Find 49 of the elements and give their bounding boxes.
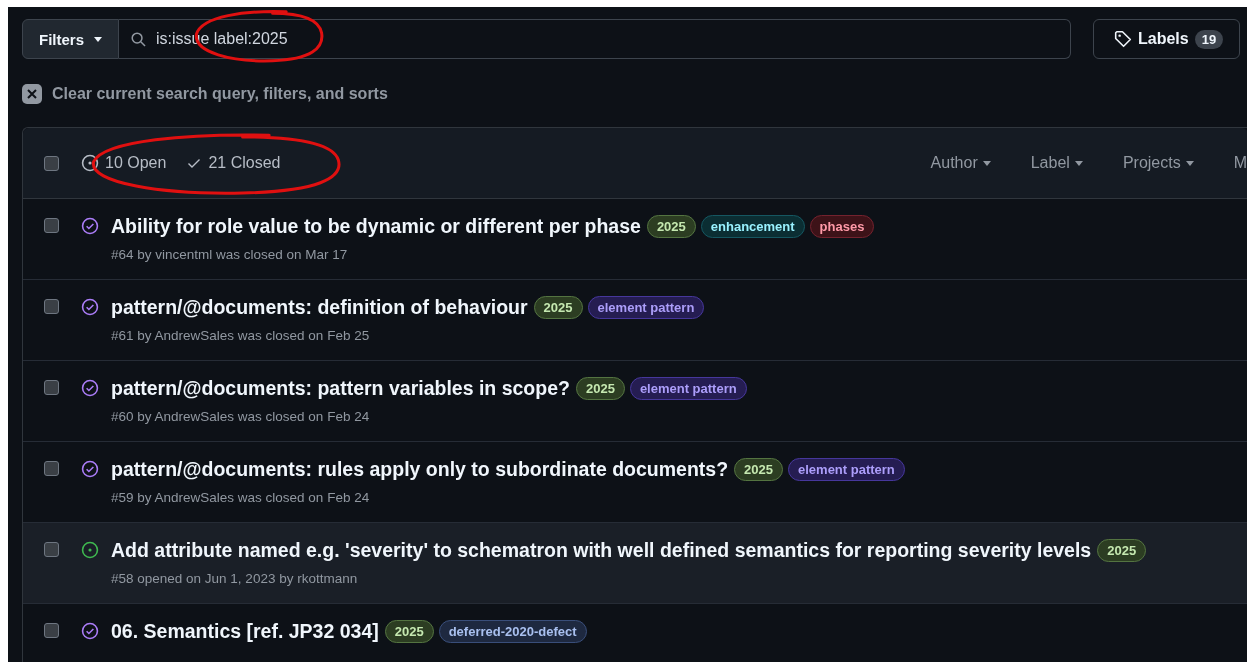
issue-meta-text: #61 by AndrewSales was closed on Feb 25: [111, 328, 371, 343]
issue-checkbox[interactable]: [44, 623, 59, 638]
clear-filters-link[interactable]: Clear current search query, filters, and sorts: [52, 85, 388, 103]
issue-checkbox[interactable]: [44, 380, 59, 395]
issue-title-link[interactable]: 06. Semantics [ref. JP32 034]: [111, 620, 379, 643]
caret-icon: [94, 36, 102, 42]
issue-title-link[interactable]: Ability for role value to be dynamic or different per phase: [111, 215, 641, 238]
labels-count: 19: [1194, 29, 1224, 49]
issue-label[interactable]: 2025: [575, 377, 625, 400]
labels-button[interactable]: Labels 19: [1093, 19, 1241, 59]
open-issue-icon: [81, 154, 99, 172]
tag-icon: [1114, 30, 1132, 48]
issue-meta-text: #60 by AndrewSales was closed on Feb 24: [111, 409, 371, 424]
issue-label[interactable]: 2025: [384, 620, 434, 643]
issue-label[interactable]: 2025: [1097, 539, 1147, 562]
filter-dropdown[interactable]: M: [1233, 154, 1247, 172]
issue-label[interactable]: deferred-2020-defect: [438, 620, 587, 643]
issue-meta-text: #58 opened on Jun 1, 2023 by rkottmann: [111, 571, 359, 586]
caret-icon: [1185, 160, 1194, 166]
issue-label[interactable]: element pattern: [788, 458, 905, 481]
issue-label[interactable]: 2025: [533, 296, 583, 319]
filter-dropdown[interactable]: Projects: [1122, 154, 1194, 172]
caret-icon: [1074, 160, 1083, 166]
issue-label[interactable]: 2025: [734, 458, 783, 481]
filter-dropdown[interactable]: Author: [930, 154, 991, 172]
issue-meta-text: #59 by AndrewSales was closed on Feb 24: [111, 490, 371, 505]
clear-icon[interactable]: [22, 84, 42, 104]
issue-title-link[interactable]: Add attribute named e.g. 'severity' to schematron with well defined semantics for reporting severity levels: [111, 539, 1092, 562]
issue-title-link[interactable]: pattern/@documents: pattern variables in scope?: [111, 377, 570, 400]
issue-checkbox[interactable]: [44, 218, 59, 233]
state-filter-tab[interactable]: 10 Open: [81, 154, 167, 172]
filters-button[interactable]: Filters: [22, 19, 119, 59]
select-all-checkbox[interactable]: [44, 155, 59, 171]
issue-label[interactable]: element pattern: [587, 296, 705, 319]
issue-title-link[interactable]: pattern/@documents: rules apply only to subordinate documents?: [111, 458, 729, 481]
search-icon: [131, 31, 146, 47]
issue-checkbox[interactable]: [44, 542, 59, 557]
issue-checkbox[interactable]: [44, 299, 59, 314]
issue-label[interactable]: enhancement: [700, 215, 805, 238]
issue-label[interactable]: 2025: [646, 215, 696, 238]
issue-label[interactable]: element pattern: [629, 377, 747, 400]
issue-checkbox[interactable]: [44, 461, 59, 476]
issue-label[interactable]: phases: [809, 215, 875, 238]
issue-title-link[interactable]: pattern/@documents: definition of behaviour: [111, 296, 528, 319]
caret-icon: [982, 160, 991, 166]
state-filter-tab[interactable]: 21 Closed: [186, 154, 281, 172]
filter-dropdown[interactable]: Label: [1030, 154, 1083, 172]
issue-row[interactable]: Add attribute named e.g. 'severity' to schematron with well defined semantics for reporting severity levels 2025 #58 opened on Jun 1, 2023 by rkottmann: [23, 523, 1247, 604]
issue-meta-text: #64 by vincentml was closed on Mar 17: [111, 247, 349, 262]
